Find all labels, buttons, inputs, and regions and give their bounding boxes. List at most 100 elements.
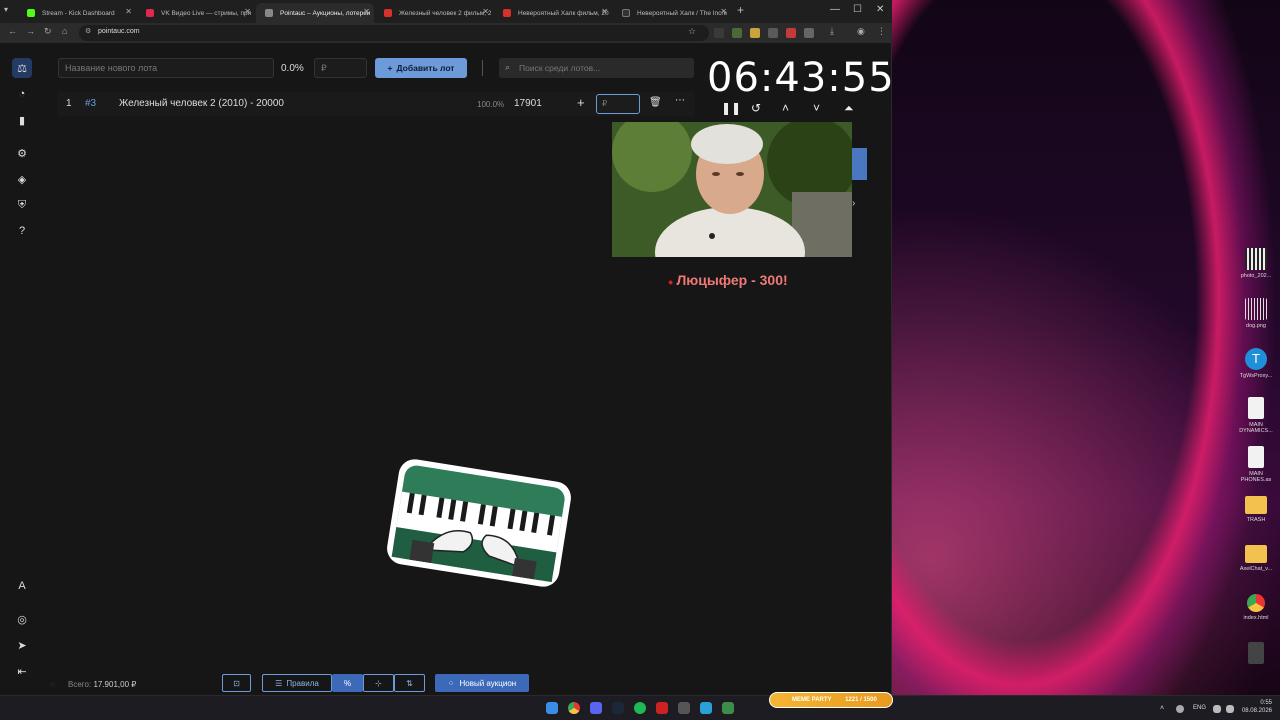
- windows-start-icon[interactable]: [546, 702, 558, 714]
- desktop-icon-tgwsproxy[interactable]: T TgWsProxy...: [1234, 348, 1278, 379]
- reset-icon[interactable]: ↺: [751, 101, 761, 115]
- back-icon[interactable]: ←: [8, 26, 17, 36]
- timer-subtract-chevron-down-icon[interactable]: ˅: [813, 101, 820, 115]
- tab-iron-man[interactable]: Железный человек 2 фильм, 2 ✕: [375, 3, 493, 23]
- tab-title: VK Видео Live — стримы, пря: [161, 9, 252, 17]
- tab-pointauc[interactable]: Pointauc – Аукционы, лотереи ✕: [256, 3, 374, 23]
- translate-icon[interactable]: A: [12, 576, 32, 596]
- close-icon[interactable]: ✕: [601, 7, 608, 16]
- forward-icon[interactable]: →: [26, 26, 35, 36]
- statistics-icon[interactable]: ▮: [12, 110, 32, 130]
- app-taskbar-icon[interactable]: [678, 702, 690, 714]
- reload-icon[interactable]: ↻: [44, 26, 52, 37]
- discord-taskbar-icon[interactable]: [590, 702, 602, 714]
- extension-icon[interactable]: [786, 28, 796, 38]
- telegram-app-icon: T: [1245, 348, 1267, 370]
- steam-taskbar-icon[interactable]: [612, 702, 624, 714]
- url-field[interactable]: [79, 25, 709, 41]
- timer-add-chevron-up-icon[interactable]: ˄: [782, 101, 789, 115]
- close-icon[interactable]: ✕: [244, 7, 251, 16]
- visibility-off-icon[interactable]: ◌: [50, 680, 55, 689]
- add-amount-plus-icon[interactable]: +: [577, 95, 585, 110]
- tab-hulk-incredible[interactable]: Невероятный Халк / The Incre ✕: [613, 3, 731, 23]
- extension-icon[interactable]: [714, 28, 724, 38]
- side-panel-tab[interactable]: [852, 148, 867, 180]
- home-icon[interactable]: ⌂: [62, 26, 67, 36]
- app-taskbar-icon[interactable]: [722, 702, 734, 714]
- telegram-taskbar-icon[interactable]: [700, 702, 712, 714]
- profile-icon[interactable]: ◉: [857, 26, 865, 37]
- desktop-icon-main-phones[interactable]: MAIN PHONES.as: [1234, 446, 1278, 483]
- new-tab-button[interactable]: +: [737, 3, 744, 17]
- auction-gavel-icon[interactable]: ⚖: [12, 58, 32, 78]
- lot-search-input[interactable]: Поиск среди лотов...: [499, 58, 694, 78]
- desktop-icon-index-html[interactable]: index.html: [1234, 594, 1278, 621]
- tab-bar: ▾ Stream - Kick Dashboard ✕ VK Видео Liv…: [0, 0, 892, 23]
- bookmark-star-icon[interactable]: ☆: [688, 26, 696, 37]
- github-icon[interactable]: ◎: [12, 609, 32, 629]
- more-options-icon[interactable]: ⋯: [675, 95, 685, 106]
- download-icon[interactable]: ⤓: [830, 26, 834, 37]
- delete-trash-icon[interactable]: 🗑: [649, 97, 662, 108]
- taskbar-clock[interactable]: 0:55 08.08.2026: [1238, 699, 1272, 715]
- add-lot-button[interactable]: + Добавить лот: [375, 58, 467, 78]
- desktop-icon-main-dynamics[interactable]: MAIN DYNAMICS...: [1234, 397, 1278, 434]
- desktop-icon-unknown[interactable]: [1234, 642, 1278, 667]
- lot-add-amount-input[interactable]: ₽: [596, 94, 640, 114]
- microphone-icon[interactable]: [1176, 705, 1184, 713]
- rules-button[interactable]: ☰ Правила: [262, 674, 332, 692]
- settings-gear-icon[interactable]: ⚙: [12, 143, 32, 163]
- site-info-icon[interactable]: ⚙: [85, 27, 91, 35]
- new-auction-button[interactable]: ⁘ Новый аукцион: [435, 674, 529, 692]
- chrome-taskbar-icon[interactable]: [568, 702, 580, 714]
- wifi-icon[interactable]: [1213, 705, 1221, 713]
- percent-mode-button[interactable]: %: [332, 674, 363, 692]
- tab-vk[interactable]: VK Видео Live — стримы, пря ✕: [137, 3, 255, 23]
- pause-icon[interactable]: ❚❚: [721, 101, 741, 115]
- tab-hulk[interactable]: Невероятный Халк фильм, 20 ✕: [494, 3, 612, 23]
- sort-button[interactable]: ⇅: [394, 674, 425, 692]
- spotify-taskbar-icon[interactable]: [634, 702, 646, 714]
- desktop-icon-dog[interactable]: dog.png: [1234, 298, 1278, 329]
- lot-name[interactable]: Железный человек 2 (2010) - 20000: [119, 98, 284, 109]
- url-text[interactable]: pointauc.com: [98, 28, 140, 35]
- volume-icon[interactable]: [1226, 705, 1234, 713]
- timer-double-up-icon[interactable]: ⏶: [844, 101, 854, 116]
- close-window-icon[interactable]: ✕: [876, 4, 884, 15]
- person-photo: [612, 122, 852, 257]
- browser-menu-icon[interactable]: ⋮: [877, 26, 886, 37]
- language-indicator[interactable]: ENG: [1193, 705, 1206, 711]
- tray-chevron-up-icon[interactable]: ˄: [1160, 705, 1168, 713]
- tab-kick[interactable]: Stream - Kick Dashboard ✕: [18, 3, 136, 23]
- app-taskbar-icon[interactable]: [656, 702, 668, 714]
- tab-search-icon[interactable]: ▾: [4, 5, 8, 14]
- collapse-sidebar-icon[interactable]: ⇤: [12, 661, 32, 681]
- shield-check-icon[interactable]: ⛨: [12, 195, 32, 215]
- wheel-icon[interactable]: ◔: [12, 84, 32, 104]
- total-value: 17.901,00 ₽: [93, 680, 137, 689]
- extension-icon[interactable]: [768, 28, 778, 38]
- layers-icon[interactable]: ◈: [12, 169, 32, 189]
- new-lot-name-input[interactable]: Название нового лота: [58, 58, 274, 78]
- new-lot-amount-input[interactable]: ₽: [314, 58, 367, 78]
- desktop-icon-axelchat[interactable]: AxelChat_v...: [1234, 545, 1278, 572]
- split-mode-button[interactable]: ⊹: [363, 674, 394, 692]
- extensions-puzzle-icon[interactable]: [804, 28, 814, 38]
- close-icon[interactable]: ✕: [125, 7, 132, 16]
- rules-label: Правила: [286, 678, 319, 688]
- close-icon[interactable]: ✕: [720, 7, 727, 16]
- lot-amount[interactable]: 17901: [514, 98, 542, 109]
- extension-icon[interactable]: [732, 28, 742, 38]
- close-icon[interactable]: ✕: [482, 7, 489, 16]
- meme-party-widget[interactable]: MEME PARTY 1221 / 1500: [769, 692, 893, 708]
- save-icon-button[interactable]: ⊡: [222, 674, 251, 692]
- chevron-right-icon[interactable]: ›: [852, 198, 855, 209]
- help-icon[interactable]: ?: [12, 221, 32, 241]
- maximize-icon[interactable]: ☐: [853, 4, 862, 15]
- desktop-icon-trash[interactable]: TRASH: [1234, 496, 1278, 523]
- minimize-icon[interactable]: —: [830, 4, 840, 15]
- close-icon[interactable]: ✕: [363, 7, 370, 16]
- desktop-icon-photo[interactable]: photo_202...: [1234, 248, 1278, 279]
- extension-icon[interactable]: [750, 28, 760, 38]
- telegram-icon[interactable]: ➤: [12, 635, 32, 655]
